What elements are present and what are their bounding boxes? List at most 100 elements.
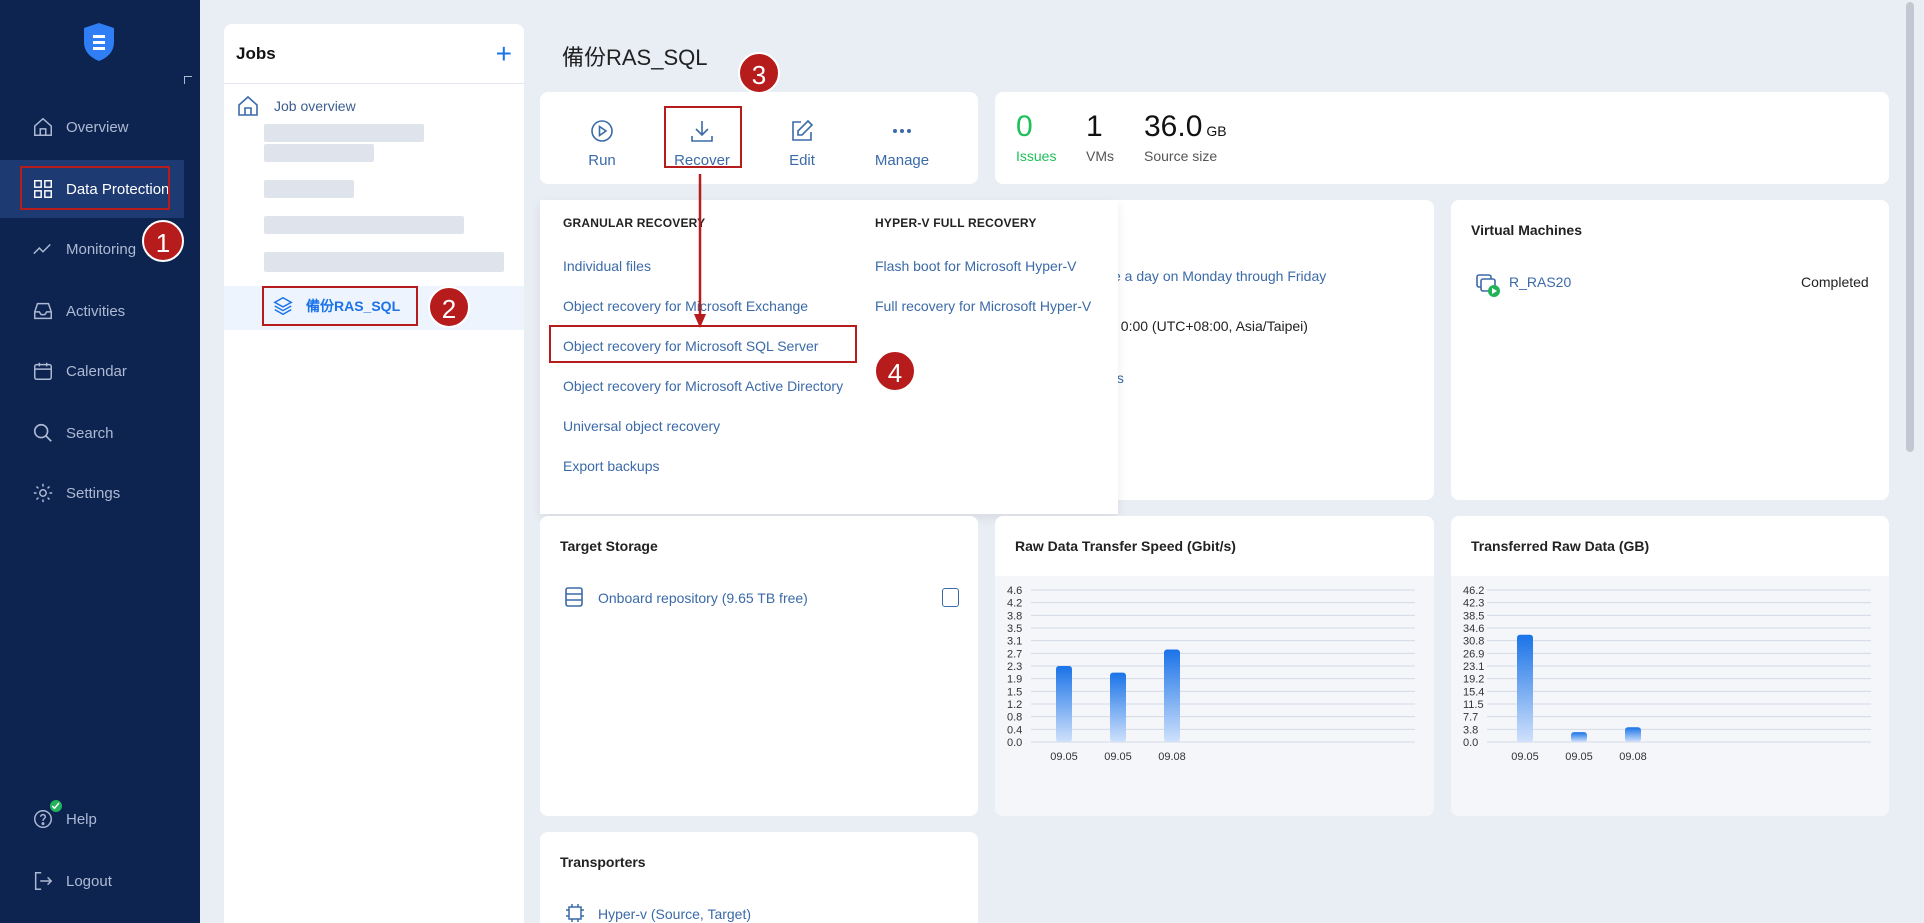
menu-export-backups[interactable]: Export backups [563, 458, 660, 474]
nav-logout[interactable]: Logout [0, 852, 184, 910]
blurred-job[interactable] [264, 216, 464, 234]
selected-job-label: 備份RAS_SQL [306, 298, 401, 314]
bar[interactable] [1517, 634, 1533, 742]
nav-label: Search [66, 424, 114, 442]
y-tick-label: 38.5 [1463, 610, 1484, 622]
x-tick-label: 09.05 [1104, 751, 1132, 763]
status-ok-icon [48, 798, 64, 814]
nav-label: Logout [66, 872, 112, 890]
y-tick-label: 0.8 [1007, 712, 1022, 724]
nav-label: Help [66, 810, 97, 828]
vm-name-link[interactable]: R_RAS20 [1509, 274, 1571, 290]
menu-universal-object-recovery[interactable]: Universal object recovery [563, 418, 720, 434]
blurred-job[interactable] [264, 124, 424, 142]
bar[interactable] [1571, 732, 1587, 742]
nav-activities[interactable]: Activities [0, 282, 184, 340]
y-tick-label: 1.5 [1007, 686, 1022, 698]
layers-icon [273, 296, 293, 316]
y-tick-label: 2.7 [1007, 648, 1022, 660]
y-tick-label: 3.8 [1463, 724, 1478, 736]
bar[interactable] [1110, 672, 1126, 742]
x-tick-label: 09.05 [1565, 751, 1593, 763]
gear-icon [33, 483, 53, 503]
nav-overview[interactable]: Overview [0, 98, 184, 156]
y-tick-label: 23.1 [1463, 661, 1484, 673]
bar[interactable] [1164, 649, 1180, 742]
inbox-icon [34, 302, 52, 320]
y-tick-label: 30.8 [1463, 636, 1484, 648]
job-overview-link[interactable]: Job overview [236, 94, 356, 118]
annotation-badge-1: 1 [142, 220, 184, 262]
nav-settings[interactable]: Settings [0, 464, 184, 522]
y-tick-label: 4.2 [1007, 598, 1022, 610]
search-icon [33, 423, 52, 442]
repository-link[interactable]: Onboard repository (9.65 TB free) [598, 590, 808, 606]
transferred-chart-title: Transferred Raw Data (GB) [1471, 538, 1650, 554]
nav-label: Activities [66, 302, 126, 320]
page-scrollbar[interactable] [1906, 2, 1914, 452]
vm-running-icon [1476, 274, 1500, 297]
y-tick-label: 11.5 [1463, 699, 1484, 711]
y-tick-label: 1.9 [1007, 674, 1022, 686]
bar[interactable] [1056, 666, 1072, 742]
y-tick-label: 3.1 [1007, 636, 1022, 648]
edit-label: Edit [789, 152, 815, 169]
play-icon [591, 120, 613, 142]
annotation-arrow [694, 174, 706, 328]
database-icon [565, 587, 583, 607]
y-tick-label: 34.6 [1463, 623, 1484, 635]
annotation-box-1 [20, 166, 170, 210]
menu-exchange-recovery[interactable]: Object recovery for Microsoft Exchange [563, 298, 808, 314]
edit-button[interactable]: Edit [766, 118, 838, 169]
blurred-job[interactable] [264, 144, 374, 162]
job-overview-label: Job overview [274, 98, 356, 114]
y-tick-label: 15.4 [1463, 686, 1484, 698]
speed-chart-title: Raw Data Transfer Speed (Gbit/s) [1015, 538, 1236, 554]
size-stat: 36.0 GB Source size [1144, 110, 1227, 164]
vms-stat: 1 VMs [1086, 110, 1114, 164]
transporter-link[interactable]: Hyper-v (Source, Target) [598, 906, 751, 922]
selected-job[interactable]: 備份RAS_SQL [262, 286, 418, 326]
menu-flash-boot[interactable]: Flash boot for Microsoft Hyper-V [875, 258, 1077, 274]
issues-stat[interactable]: 0 Issues [1016, 110, 1056, 164]
run-button[interactable]: Run [566, 118, 638, 169]
target-storage-card: Target Storage Onboard repository (9.65 … [540, 516, 978, 816]
schedule-line-2: : 0:00 (UTC+08:00, Asia/Taipei) [1113, 318, 1308, 334]
add-job-button[interactable]: + [496, 39, 512, 68]
x-tick-label: 09.08 [1158, 751, 1186, 763]
vm-status: Completed [1801, 274, 1869, 290]
annotation-badge-4: 4 [874, 350, 916, 392]
y-tick-label: 3.8 [1007, 610, 1022, 622]
jobs-header: Jobs + [224, 24, 524, 84]
y-tick-label: 2.3 [1007, 661, 1022, 673]
menu-individual-files[interactable]: Individual files [563, 258, 651, 274]
nav-search[interactable]: Search [0, 404, 184, 462]
run-label: Run [588, 152, 616, 169]
bar[interactable] [1625, 727, 1641, 742]
more-icon [893, 129, 911, 133]
issues-value: 0 [1016, 110, 1033, 143]
nav-help[interactable]: Help [0, 790, 184, 848]
blurred-job[interactable] [264, 180, 354, 198]
y-tick-label: 0.0 [1007, 737, 1022, 749]
y-tick-label: 0.4 [1007, 724, 1022, 736]
collapse-nav-icon[interactable] [184, 76, 192, 84]
granular-recovery-heading: GRANULAR RECOVERY [563, 216, 706, 230]
y-tick-label: 42.3 [1463, 598, 1484, 610]
menu-full-recovery[interactable]: Full recovery for Microsoft Hyper-V [875, 298, 1091, 314]
hyperv-recovery-heading: HYPER-V FULL RECOVERY [875, 216, 1037, 230]
menu-active-directory-recovery[interactable]: Object recovery for Microsoft Active Dir… [563, 378, 843, 394]
nav-label: Settings [66, 484, 121, 502]
x-tick-label: 09.08 [1619, 751, 1647, 763]
manage-button[interactable]: Manage [866, 118, 938, 169]
nav-calendar[interactable]: Calendar [0, 342, 184, 400]
speed-chart-card: Raw Data Transfer Speed (Gbit/s) 4.6 4.2 3… [995, 516, 1434, 816]
blurred-job[interactable] [264, 252, 504, 272]
speed-chart: 4.64.23.83.53.12.72.31.91.51.20.80.40.0 0… [1007, 585, 1415, 763]
x-tick-label: 09.05 [1050, 751, 1078, 763]
target-storage-title: Target Storage [560, 538, 658, 554]
size-value: 36.0 [1144, 110, 1203, 143]
y-tick-label: 7.7 [1463, 712, 1478, 724]
app-logo-icon[interactable] [82, 22, 116, 62]
issues-label: Issues [1016, 148, 1057, 164]
